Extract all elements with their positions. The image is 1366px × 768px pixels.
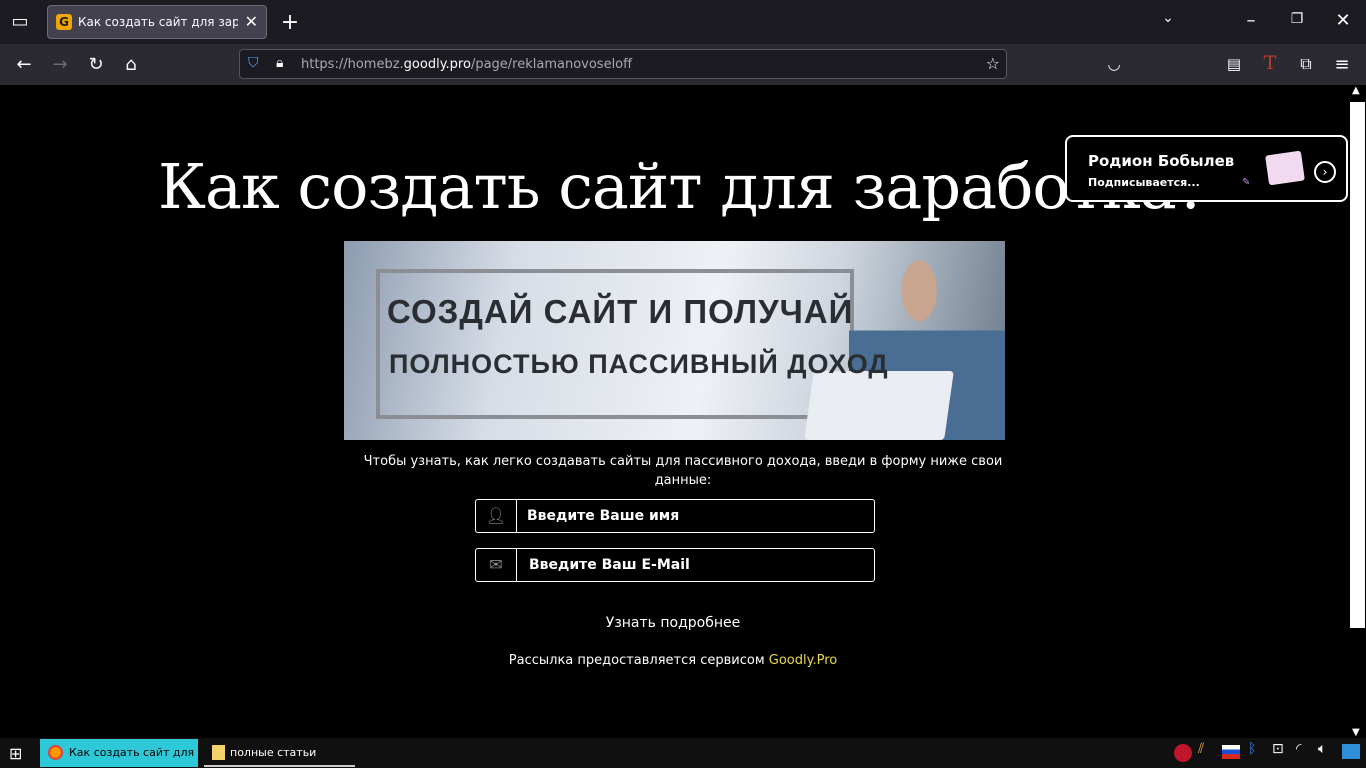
subscriber-status: Подписывается... [1088, 176, 1200, 189]
volume-icon[interactable]: 🔈︎ [1318, 741, 1340, 765]
extensions-icon[interactable]: ⧉ [1295, 54, 1317, 74]
address-bar[interactable]: ⛉ 🔒︎ https://homebz.goodly.pro/page/rekl… [239, 49, 1007, 79]
menu-icon[interactable]: ≡ [1331, 54, 1353, 75]
email-placeholder: Введите Ваш E-Mail [529, 557, 690, 573]
name-field[interactable]: 👤︎ Введите Ваше имя [475, 499, 875, 533]
name-placeholder: Введите Ваше имя [527, 508, 680, 524]
subscriber-notification[interactable]: Родион Бобылев Подписывается... ✎ › [1065, 135, 1348, 202]
envelope-icon [1265, 150, 1305, 186]
favicon-icon: G [56, 14, 72, 30]
service-text: Рассылка предоставляется сервисом [508, 653, 769, 668]
pencil-icon: ✎ [1242, 177, 1251, 188]
close-tab-icon[interactable]: ✕ [245, 12, 258, 31]
extension-t-icon[interactable]: T [1259, 52, 1281, 74]
sidebar-icon[interactable]: ▤ [1223, 55, 1245, 73]
service-note: Рассылка предоставляется сервисом Goodly… [0, 653, 1346, 668]
bookmark-star-icon[interactable]: ☆ [986, 54, 1000, 73]
tray-tool-icon[interactable]: ⫽ [1198, 741, 1220, 765]
browser-tab[interactable]: G Как создать сайт для заработка ✕ [47, 5, 267, 39]
minimize-button[interactable]: – [1240, 10, 1262, 31]
url-prefix: https://homebz. [301, 57, 404, 72]
tab-title: Как создать сайт для заработка [78, 15, 238, 29]
email-field[interactable]: ✉ Введите Ваш E-Mail [475, 548, 875, 582]
banner-image: СОЗДАЙ САЙТ И ПОЛУЧАЙ ПОЛНОСТЬЮ ПАССИВНЫ… [344, 241, 1005, 440]
banner-laptop [804, 371, 954, 440]
wifi-icon[interactable]: ◜ [1296, 741, 1318, 765]
folder-icon [212, 745, 225, 760]
service-link[interactable]: Goodly.Pro [769, 653, 837, 668]
home-button[interactable]: ⌂ [120, 54, 142, 75]
pocket-icon[interactable]: ◡ [1103, 55, 1125, 73]
scrollbar-thumb[interactable] [1350, 102, 1365, 628]
banner-frame [376, 269, 854, 419]
taskbar-item-label: полные статьи [230, 746, 317, 759]
firefox-icon [48, 745, 63, 760]
close-window-button[interactable]: ✕ [1332, 10, 1354, 31]
forward-button[interactable]: → [49, 54, 71, 75]
chevron-down-icon[interactable]: ⌄ [1157, 10, 1179, 26]
tray-monitor-icon[interactable]: ⊡ [1272, 741, 1294, 765]
tray-app-icon[interactable] [1174, 744, 1192, 762]
shield-icon[interactable]: ⛉ [248, 55, 259, 71]
banner-line1: СОЗДАЙ САЙТ И ПОЛУЧАЙ [387, 293, 854, 330]
back-button[interactable]: ← [13, 54, 35, 75]
submit-button[interactable]: Узнать подробнее [0, 615, 1346, 631]
scrollbar[interactable]: ▲ ▼ [1349, 85, 1366, 738]
intro-text: Чтобы узнать, как легко создавать сайты … [363, 454, 1003, 488]
taskbar-item-firefox[interactable]: Как создать сайт для... [40, 739, 198, 767]
taskbar-item-folder[interactable]: полные статьи [204, 739, 355, 767]
scroll-down-icon[interactable]: ▼ [1352, 727, 1360, 738]
arrow-right-icon[interactable]: › [1314, 161, 1336, 183]
url-domain: goodly.pro [403, 57, 471, 72]
reload-button[interactable]: ↻ [85, 54, 107, 75]
url-text[interactable]: https://homebz.goodly.pro/page/reklamano… [301, 57, 632, 72]
language-flag-icon[interactable] [1222, 745, 1240, 759]
bluetooth-icon[interactable]: ᛒ [1248, 741, 1270, 765]
url-path: /page/reklamanovoseloff [470, 57, 633, 72]
restore-button[interactable]: ❐ [1286, 11, 1308, 27]
user-icon: 👤︎ [476, 500, 517, 532]
envelope-icon: ✉ [476, 549, 517, 581]
windows-start-icon[interactable]: ⊞ [9, 744, 22, 763]
taskbar-item-label: Как создать сайт для... [69, 746, 194, 759]
scroll-up-icon[interactable]: ▲ [1352, 85, 1360, 96]
lock-icon[interactable]: 🔒︎ [276, 55, 283, 71]
tab-list-icon[interactable]: ▭ [10, 11, 30, 32]
subscriber-name: Родион Бобылев [1088, 152, 1235, 170]
banner-line2: ПОЛНОСТЬЮ ПАССИВНЫЙ ДОХОД [389, 349, 889, 379]
new-tab-button[interactable]: + [279, 10, 301, 35]
notification-center-icon[interactable] [1342, 744, 1360, 759]
